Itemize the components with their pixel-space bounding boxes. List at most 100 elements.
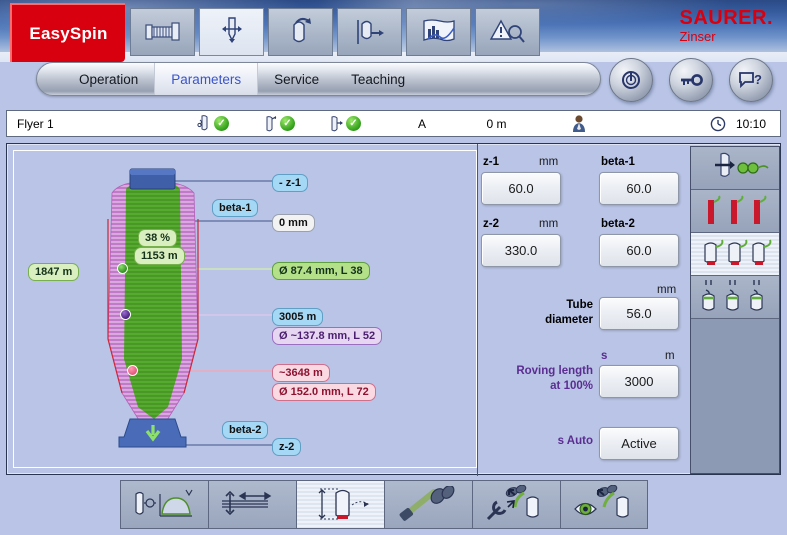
- bobbin-rotate-icon: [292, 17, 311, 43]
- tube-empty-icon: [708, 195, 767, 224]
- label-beta2-field: beta-2: [601, 218, 635, 230]
- marker-violet[interactable]: [120, 309, 131, 320]
- field-beta1[interactable]: 60.0: [599, 172, 679, 205]
- label-roving-length-1: Roving length: [516, 365, 593, 377]
- unit-tube-diameter: mm: [657, 284, 677, 296]
- unit-roving-s: s: [601, 350, 608, 362]
- bobbin-rotate-button[interactable]: [268, 8, 333, 56]
- field-beta2[interactable]: 60.0: [599, 234, 679, 267]
- label-zero-mm: 0 mm: [272, 214, 315, 232]
- label-z1-field: z-1: [483, 156, 499, 168]
- machine-overview-button[interactable]: [130, 8, 195, 56]
- maintenance-icon: [486, 484, 539, 520]
- unit-z2: mm: [539, 218, 559, 230]
- label-violet-length: 3005 m: [272, 308, 324, 326]
- saurer-sub: Zinser: [679, 29, 716, 44]
- field-z1[interactable]: 60.0: [481, 172, 561, 205]
- field-s-auto[interactable]: Active: [599, 427, 679, 460]
- bobbin-status-2: ✓: [263, 115, 295, 133]
- field-tube-diameter[interactable]: 56.0: [599, 297, 679, 330]
- spindle-speed-button[interactable]: [691, 147, 779, 190]
- bobbin-doff-button[interactable]: [337, 8, 402, 56]
- tab-teaching[interactable]: Teaching: [335, 62, 421, 96]
- panel-divider: [477, 144, 478, 476]
- bobbin-icon: [197, 114, 208, 130]
- power-icon: [622, 71, 640, 89]
- bottom-toolbar: [6, 478, 781, 531]
- layer-traverse-button[interactable]: [208, 480, 296, 529]
- easyspin-logo-tile[interactable]: EasySpin: [10, 3, 125, 62]
- clock-icon: [710, 116, 726, 131]
- top-toolbar: [130, 8, 540, 56]
- field-roving-length[interactable]: 3000: [599, 365, 679, 398]
- right-icon-column: [690, 146, 780, 474]
- visual-inspect-button[interactable]: [560, 480, 648, 529]
- production-chart-button[interactable]: [406, 8, 471, 56]
- label-z2: z-2: [272, 438, 302, 456]
- bobbin-graphic: [107, 168, 199, 448]
- tab-operation[interactable]: Operation: [63, 62, 154, 96]
- main-nav: Operation Parameters Service Teaching: [36, 62, 601, 96]
- status-ok-check: ✓: [346, 116, 361, 131]
- status-ok-check: ✓: [280, 116, 295, 131]
- spindle-drive-icon: [221, 17, 242, 43]
- status-time: 10:10: [735, 116, 766, 131]
- machine-overview-icon: [144, 22, 180, 41]
- operator-icon: [573, 115, 585, 132]
- easyspin-logo-label: EasySpin: [29, 23, 108, 43]
- field-z2[interactable]: 330.0: [481, 234, 561, 267]
- spindle-speed-icon: [715, 152, 769, 177]
- marker-pink[interactable]: [127, 365, 138, 376]
- key-access-button[interactable]: [669, 58, 713, 102]
- label-violet-diameter: Ø ~137.8 mm, L 52: [272, 327, 383, 345]
- round-button-group: ?: [609, 58, 773, 102]
- saurer-brand: SAURER. Zinser: [679, 8, 773, 44]
- label-remaining: 1847 m: [28, 263, 80, 281]
- spindle-drive-button[interactable]: [199, 8, 264, 56]
- bobbin-doff-icon: [356, 20, 384, 44]
- status-time-group: 10:10: [710, 116, 766, 132]
- build-profile-icon: [134, 489, 193, 517]
- bobbin-diagram-panel: - z-1 beta-1 0 mm 38 % 1153 m 1847 m Ø 8…: [13, 150, 477, 468]
- alarm-inspect-button[interactable]: [475, 8, 540, 56]
- parameter-panel: z-1 mm 60.0 beta-1 60.0 z-2 mm 330.0 bet…: [479, 144, 689, 476]
- bobbin-full-icon: [704, 239, 772, 265]
- bobbin-geometry-icon: [318, 488, 369, 519]
- bobbin-geometry-button[interactable]: [296, 480, 384, 529]
- label-tube-diameter-1: Tube: [566, 299, 593, 311]
- help-icon: ?: [739, 72, 762, 89]
- power-button[interactable]: [609, 58, 653, 102]
- creel-icon: [399, 485, 454, 521]
- status-bar: Flyer 1 ✓ ✓ ✓ A 0 m 10:10: [6, 110, 781, 137]
- label-roving-length-2: at 100%: [550, 380, 593, 392]
- unit-z1: mm: [539, 156, 559, 168]
- layer-traverse-icon: [221, 490, 271, 515]
- label-tube-diameter-2: diameter: [545, 314, 593, 326]
- production-chart-icon: [422, 19, 455, 42]
- label-z2-field: z-2: [483, 218, 499, 230]
- maintenance-button[interactable]: [472, 480, 560, 529]
- label-z1: - z-1: [272, 174, 308, 192]
- label-fill-percent: 38 %: [138, 229, 178, 247]
- creel-button[interactable]: [384, 480, 472, 529]
- content-panel: - z-1 beta-1 0 mm 38 % 1153 m 1847 m Ø 8…: [6, 143, 781, 476]
- tab-parameters[interactable]: Parameters: [154, 63, 259, 95]
- status-mode: A: [417, 116, 426, 131]
- marker-green[interactable]: [117, 263, 128, 274]
- bobbin-doff-group-button[interactable]: [691, 276, 779, 319]
- status-ok-check: ✓: [214, 116, 229, 131]
- unit-roving-length: m: [665, 350, 675, 362]
- key-icon: [681, 74, 703, 86]
- help-button[interactable]: ?: [729, 58, 773, 102]
- build-profile-button[interactable]: [120, 480, 208, 529]
- bobbin-full-button[interactable]: [691, 233, 779, 276]
- label-beta1-field: beta-1: [601, 156, 635, 168]
- label-s-auto: s Auto: [557, 435, 593, 447]
- tab-service[interactable]: Service: [258, 62, 335, 96]
- operator-indicator: [544, 114, 614, 133]
- bobbin-doff-group-icon: [702, 280, 763, 311]
- machine-name: Flyer 1: [17, 116, 54, 131]
- tube-empty-button[interactable]: [691, 190, 779, 233]
- status-length: 0 m: [486, 116, 507, 131]
- alarm-inspect-icon: [489, 19, 525, 43]
